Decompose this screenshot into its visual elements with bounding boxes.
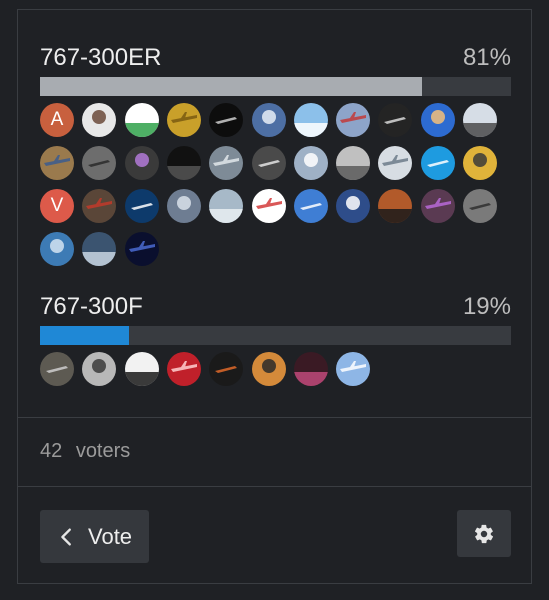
poll-option-767-300er: 767-300ER 81% A V <box>40 44 511 266</box>
voter-avatar[interactable] <box>293 146 328 180</box>
voter-avatar[interactable]: V <box>40 189 74 223</box>
voter-avatars: AV <box>40 103 520 271</box>
voter-avatar[interactable] <box>209 146 244 180</box>
voter-avatar[interactable] <box>40 146 74 180</box>
voter-avatar[interactable] <box>82 189 117 223</box>
voter-avatar[interactable] <box>166 103 201 137</box>
voter-avatar[interactable] <box>463 103 497 137</box>
voter-avatar[interactable]: A <box>40 103 74 137</box>
voter-avatar[interactable] <box>420 146 455 180</box>
voter-avatar[interactable] <box>293 103 328 137</box>
voter-avatar[interactable] <box>209 352 244 386</box>
voter-avatar[interactable] <box>166 146 201 180</box>
voter-avatars <box>40 352 520 392</box>
voter-avatar[interactable] <box>166 189 201 223</box>
chevron-left-icon <box>61 527 71 546</box>
voter-avatar[interactable] <box>293 352 328 386</box>
option-bar-track <box>40 77 511 96</box>
voter-avatar[interactable] <box>124 189 159 223</box>
divider <box>18 417 531 418</box>
option-bar-fill <box>40 77 422 96</box>
voter-avatar[interactable] <box>251 146 286 180</box>
voter-avatar[interactable] <box>336 146 371 180</box>
voter-avatar[interactable] <box>82 232 117 266</box>
voter-avatar[interactable] <box>463 189 497 223</box>
option-percent: 81% <box>462 44 511 71</box>
voter-avatar[interactable] <box>336 103 371 137</box>
poll-container: 767-300ER 81% AV 767-300F 19% 42 voters … <box>17 9 532 584</box>
divider <box>18 486 531 487</box>
voter-avatar[interactable] <box>251 103 286 137</box>
voters-number: 42 <box>40 440 63 462</box>
voter-avatar[interactable] <box>420 103 455 137</box>
vote-button[interactable]: Vote <box>40 510 149 563</box>
voter-avatar[interactable] <box>378 146 413 180</box>
voter-avatar[interactable] <box>420 189 455 223</box>
option-bar-track <box>40 326 511 345</box>
voter-avatar[interactable] <box>336 189 371 223</box>
poll-option-767-300f: 767-300F 19% <box>40 293 511 386</box>
voter-avatar[interactable] <box>293 189 328 223</box>
voter-avatar[interactable] <box>82 103 117 137</box>
vote-button-label: Vote <box>88 523 133 549</box>
voter-avatar[interactable] <box>82 146 117 180</box>
voter-avatar[interactable] <box>124 232 159 266</box>
option-bar-fill <box>40 326 130 345</box>
voter-avatar[interactable] <box>336 352 371 386</box>
option-name: 767-300F <box>40 293 143 320</box>
voter-avatar[interactable] <box>124 352 159 386</box>
voter-avatar[interactable] <box>378 189 413 223</box>
settings-button[interactable] <box>457 510 511 557</box>
voter-avatar[interactable] <box>40 232 74 266</box>
option-percent: 19% <box>462 293 511 320</box>
voter-avatar[interactable] <box>166 352 201 386</box>
option-name: 767-300ER <box>40 44 162 71</box>
voter-avatar[interactable] <box>463 146 497 180</box>
voter-avatar[interactable] <box>82 352 117 386</box>
voter-avatar[interactable] <box>251 352 286 386</box>
voter-avatar[interactable] <box>251 189 286 223</box>
voter-avatar[interactable] <box>40 352 74 386</box>
gear-icon <box>474 524 494 543</box>
voter-avatar[interactable] <box>209 103 244 137</box>
voter-avatar[interactable] <box>378 103 413 137</box>
voters-label: voters <box>75 440 131 462</box>
voter-avatar[interactable] <box>124 103 159 137</box>
voters-count: 42 voters <box>40 440 130 463</box>
voter-avatar[interactable] <box>209 189 244 223</box>
voter-avatar[interactable] <box>124 146 159 180</box>
